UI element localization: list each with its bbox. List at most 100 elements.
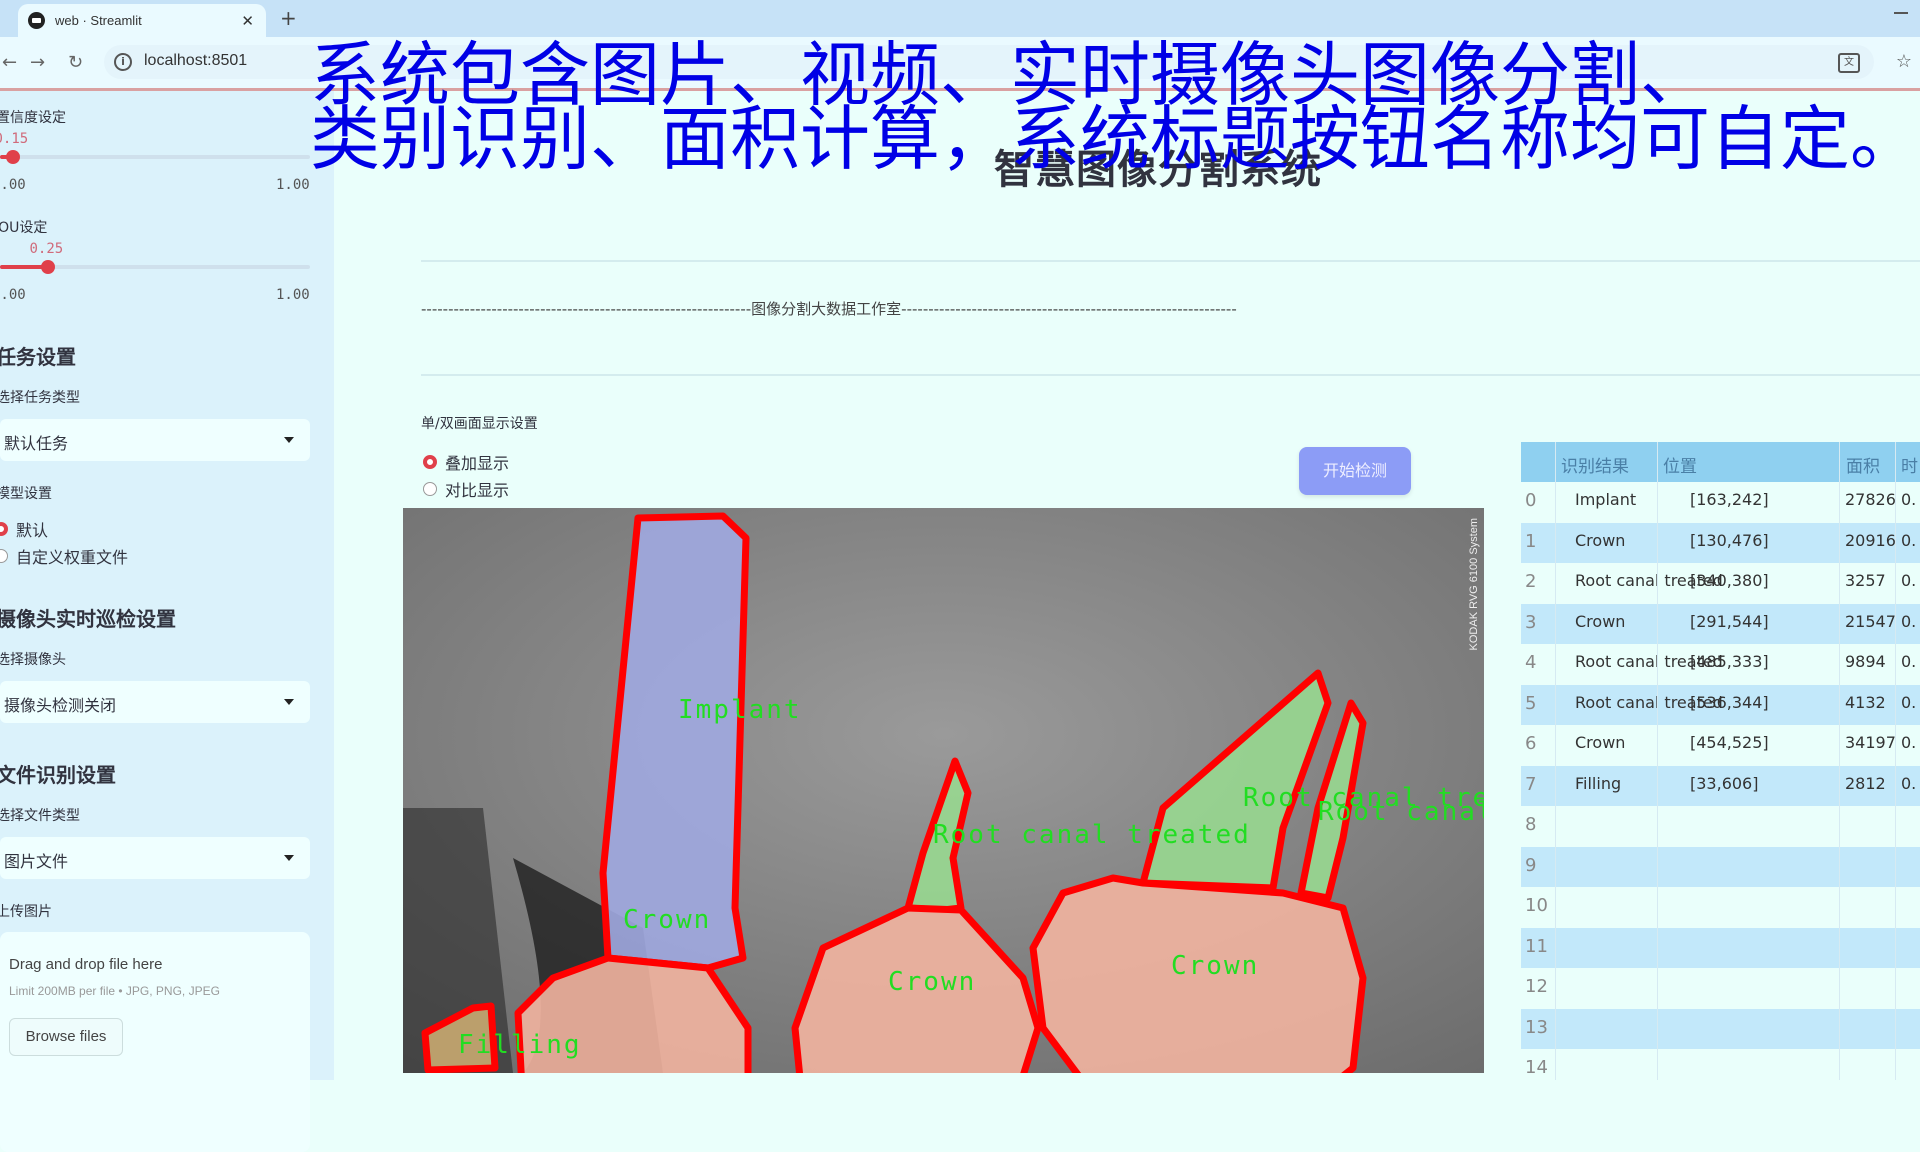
row-index: 3	[1525, 611, 1537, 633]
radio-label: 默认	[16, 521, 49, 540]
table-row[interactable]: 9	[1521, 846, 1920, 887]
cell-position: [291,544]	[1690, 611, 1769, 631]
cell-time: 0.	[1901, 692, 1917, 712]
cell-area: 3257	[1845, 571, 1886, 590]
radio-checked-icon	[423, 455, 437, 469]
new-tab-icon[interactable]: +	[280, 6, 297, 30]
mask-label: Crown	[623, 905, 711, 935]
model-settings-label: 模型设置	[0, 486, 52, 502]
reload-icon[interactable]: ↻	[68, 52, 83, 73]
bookmark-star-icon[interactable]: ☆	[1896, 51, 1912, 72]
header-result[interactable]: 识别结果	[1561, 452, 1629, 477]
translate-icon[interactable]: 文	[1838, 53, 1860, 73]
cell-position: [485,333]	[1690, 652, 1769, 671]
column-divider	[1657, 442, 1658, 1080]
tab-title: web · Streamlit	[55, 13, 142, 28]
cell-position: [130,476]	[1690, 530, 1769, 550]
cell-area: 27826	[1845, 490, 1896, 509]
display-setting-label: 单/双画面显示设置	[421, 416, 538, 432]
radio-label: 对比显示	[445, 481, 510, 500]
divider	[421, 260, 1920, 262]
cell-result: Crown	[1575, 733, 1626, 752]
radio-unchecked-icon	[0, 549, 8, 563]
table-row[interactable]: 0 Implant [163,242] 27826 0.	[1521, 482, 1920, 522]
table-row[interactable]: 12	[1521, 968, 1920, 1008]
minimize-window-icon[interactable]	[1894, 12, 1908, 14]
table-header: 识别结果 位置 面积 时	[1521, 442, 1920, 482]
cell-area: 2812	[1845, 773, 1886, 793]
table-row[interactable]: 4 Root canal treated [485,333] 9894 0.	[1521, 644, 1920, 684]
slider-min-label: 0.00	[0, 287, 26, 303]
radio-label: 叠加显示	[445, 454, 510, 473]
row-index: 1	[1525, 530, 1537, 552]
row-index: 6	[1525, 733, 1537, 754]
radio-label: 自定义权重文件	[16, 548, 129, 567]
url-text: localhost:8501	[144, 52, 248, 69]
table-row[interactable]: 6 Crown [454,525] 34197 0.	[1521, 725, 1920, 765]
model-radio-custom[interactable]: 自定义权重文件	[0, 544, 128, 568]
cell-result: Filling	[1575, 773, 1622, 793]
camera-select[interactable]: 摄像头检测关闭	[0, 681, 310, 723]
task-select-label: 选择任务类型	[0, 390, 80, 406]
start-detection-button[interactable]: 开始检测	[1299, 447, 1411, 495]
cell-time: 0.	[1901, 490, 1917, 509]
cell-position: [536,344]	[1690, 692, 1769, 712]
task-section-title: 任务设置	[0, 345, 76, 369]
mask-label: Implant	[678, 695, 802, 725]
table-row[interactable]: 7 Filling [33,606] 2812 0.	[1521, 765, 1920, 806]
forward-icon[interactable]: →	[30, 52, 45, 73]
display-radio-compare[interactable]: 对比显示	[423, 477, 509, 501]
chevron-down-icon	[284, 855, 294, 861]
row-index: 13	[1525, 1016, 1548, 1038]
header-time[interactable]: 时	[1901, 452, 1918, 477]
file-type-select[interactable]: 图片文件	[0, 837, 310, 879]
upload-label: 上传图片	[0, 904, 52, 920]
display-radio-overlay[interactable]: 叠加显示	[423, 450, 509, 474]
browser-tab[interactable]: web · Streamlit ✕	[18, 4, 266, 37]
studio-banner: ----------------------------------------…	[421, 300, 1237, 318]
browser-tab-bar: web · Streamlit ✕ +	[0, 0, 1920, 37]
table-row[interactable]: 14	[1521, 1049, 1920, 1089]
chevron-down-icon	[284, 699, 294, 705]
row-index: 7	[1525, 773, 1537, 795]
cell-area: 34197	[1845, 733, 1896, 752]
row-index: 11	[1525, 935, 1548, 957]
model-radio-default[interactable]: 默认	[0, 517, 48, 541]
file-uploader-dropzone[interactable]: Drag and drop file here Limit 200MB per …	[0, 932, 310, 1152]
cell-result: Implant	[1575, 490, 1637, 509]
table-row[interactable]: 2 Root canal treated [340,380] 3257 0.	[1521, 563, 1920, 603]
browse-files-button[interactable]: Browse files	[9, 1018, 123, 1056]
cell-position: [454,525]	[1690, 733, 1769, 752]
slider-thumb[interactable]	[5, 150, 20, 164]
table-row[interactable]: 8	[1521, 806, 1920, 846]
header-area[interactable]: 面积	[1846, 452, 1880, 477]
site-info-icon[interactable]: i	[114, 53, 132, 71]
cell-area: 20916	[1845, 530, 1896, 550]
iou-slider[interactable]: 0.25	[0, 241, 310, 287]
cell-area: 4132	[1845, 692, 1886, 712]
cell-time: 0.	[1901, 571, 1917, 590]
confidence-slider[interactable]: 0.15	[0, 131, 310, 177]
slider-max-label: 1.00	[276, 177, 310, 193]
table-row[interactable]: 5 Root canal treated [536,344] 4132 0.	[1521, 684, 1920, 725]
table-row[interactable]: 11	[1521, 927, 1920, 968]
back-icon[interactable]: ←	[2, 52, 17, 73]
row-index: 14	[1525, 1057, 1548, 1078]
table-row[interactable]: 10	[1521, 887, 1920, 927]
row-index: 4	[1525, 652, 1537, 673]
iou-label: IOU设定	[0, 220, 48, 236]
table-row[interactable]: 3 Crown [291,544] 21547 0.	[1521, 603, 1920, 644]
cell-time: 0.	[1901, 773, 1917, 793]
slider-thumb[interactable]	[40, 260, 55, 274]
table-row[interactable]: 1 Crown [130,476] 20916 0.	[1521, 522, 1920, 563]
table-row[interactable]: 13	[1521, 1008, 1920, 1049]
close-tab-icon[interactable]: ✕	[241, 12, 254, 30]
slider-track	[0, 155, 310, 159]
task-type-select[interactable]: 默认任务	[0, 419, 310, 461]
segmentation-result-image: Implant Crown Root canal treated Crown R…	[403, 508, 1484, 1073]
cell-time: 0.	[1901, 611, 1917, 631]
header-position[interactable]: 位置	[1663, 452, 1697, 477]
results-table[interactable]: 识别结果 位置 面积 时 0 Implant [163,242] 27826 0. 1 Cr…	[1521, 442, 1920, 1080]
mask-label: Filling	[458, 1030, 582, 1060]
promo-annotation-line2: 类别识别、面积计算，系统标题按钮名称均可自定。	[310, 98, 1920, 180]
